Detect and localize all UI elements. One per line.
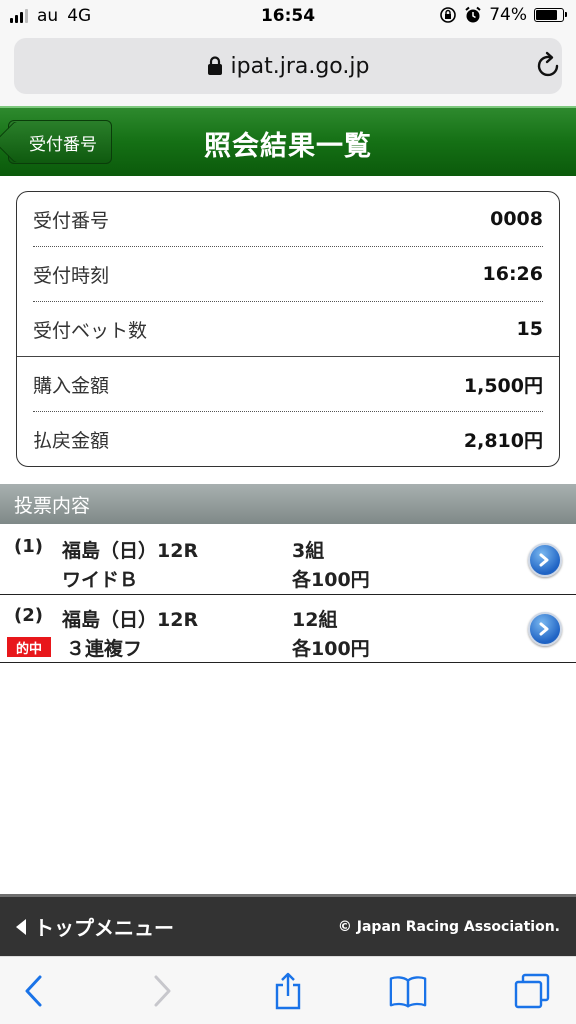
bet-row[interactable]: (1) 福島（日）12R ワイドＢ 3組 各100円	[0, 526, 576, 594]
forward-button[interactable]	[142, 971, 182, 1011]
row-value: 0008	[490, 208, 543, 230]
page-footer: トップメニュー © Japan Racing Association.	[0, 894, 576, 956]
top-menu-link[interactable]: トップメニュー	[14, 912, 174, 941]
address-bar[interactable]: ipat.jra.go.jp	[14, 38, 562, 94]
bet-amount: 各100円	[292, 638, 370, 660]
browser-toolbar	[0, 956, 576, 1024]
bet-sets: 3組	[292, 540, 325, 562]
bet-type: ３連複フ	[66, 638, 143, 660]
receipt-time-row: 受付時刻 16:26	[33, 247, 543, 301]
receipt-summary: 受付番号 0008 受付時刻 16:26 受付ベット数 15 購入金額 1,50…	[16, 191, 560, 467]
bet-contents-header: 投票内容	[0, 484, 576, 524]
bookmarks-icon	[389, 976, 427, 1008]
receipt-number-row: 受付番号 0008	[33, 192, 543, 246]
row-value: 16:26	[482, 263, 543, 285]
tabs-button[interactable]	[512, 971, 552, 1011]
row-label: 受付ベット数	[33, 319, 148, 342]
row-value: 1,500円	[463, 374, 543, 397]
battery-icon	[534, 8, 567, 22]
bet-number: (2)	[14, 605, 43, 626]
row-value: 15	[516, 318, 543, 340]
top-menu-label: トップメニュー	[34, 916, 174, 940]
status-bar: au 4G 16:54 74%	[0, 0, 576, 34]
battery-percent: 74%	[489, 5, 527, 25]
reload-icon	[537, 51, 559, 77]
chevron-right-icon	[539, 553, 549, 567]
hit-badge: 的中	[7, 637, 51, 657]
bet-sets: 12組	[292, 609, 338, 631]
lock-icon	[207, 56, 222, 75]
row-label: 払戻金額	[33, 429, 110, 452]
bet-race: 福島（日）12R	[62, 609, 199, 631]
browser-bar: ipat.jra.go.jp	[0, 34, 576, 106]
forward-icon	[154, 975, 171, 1007]
chevron-right-icon	[539, 622, 549, 636]
row-label: 受付時刻	[33, 264, 110, 287]
share-button[interactable]	[268, 971, 308, 1011]
row-label: 受付番号	[33, 209, 110, 232]
row-divider	[0, 662, 576, 663]
triangle-left-icon	[16, 918, 26, 935]
row-label: 購入金額	[33, 374, 110, 397]
back-icon	[25, 975, 42, 1007]
bet-detail-button[interactable]	[528, 543, 562, 577]
purchase-amount-row: 購入金額 1,500円	[33, 357, 543, 411]
screen: au 4G 16:54 74% ipat.jra.go.jp 受付番号 照会結果…	[0, 0, 576, 1024]
status-right: 74%	[439, 5, 567, 25]
page-header: 受付番号 照会結果一覧	[0, 106, 576, 176]
bet-row[interactable]: (2) 福島（日）12R 的中 ３連複フ 12組 各100円	[0, 595, 576, 663]
rotation-lock-icon	[440, 7, 457, 23]
back-button-label: 受付番号	[29, 134, 97, 155]
bookmarks-button[interactable]	[388, 971, 428, 1011]
copyright: © Japan Racing Association.	[337, 918, 560, 935]
payout-amount-row: 払戻金額 2,810円	[33, 412, 543, 466]
bet-race: 福島（日）12R	[62, 540, 199, 562]
url-text: ipat.jra.go.jp	[230, 53, 370, 79]
bet-detail-button[interactable]	[528, 612, 562, 646]
tabs-icon	[514, 973, 550, 1009]
battery-fill	[536, 10, 557, 20]
share-icon	[275, 972, 301, 1010]
alarm-icon	[465, 6, 481, 23]
bet-number: (1)	[14, 536, 43, 557]
row-value: 2,810円	[463, 429, 543, 452]
bet-count-row: 受付ベット数 15	[33, 302, 543, 356]
bet-amount: 各100円	[292, 569, 370, 591]
back-button[interactable]	[14, 971, 54, 1011]
reload-button[interactable]	[536, 50, 562, 82]
bet-type: ワイドＢ	[62, 569, 139, 591]
